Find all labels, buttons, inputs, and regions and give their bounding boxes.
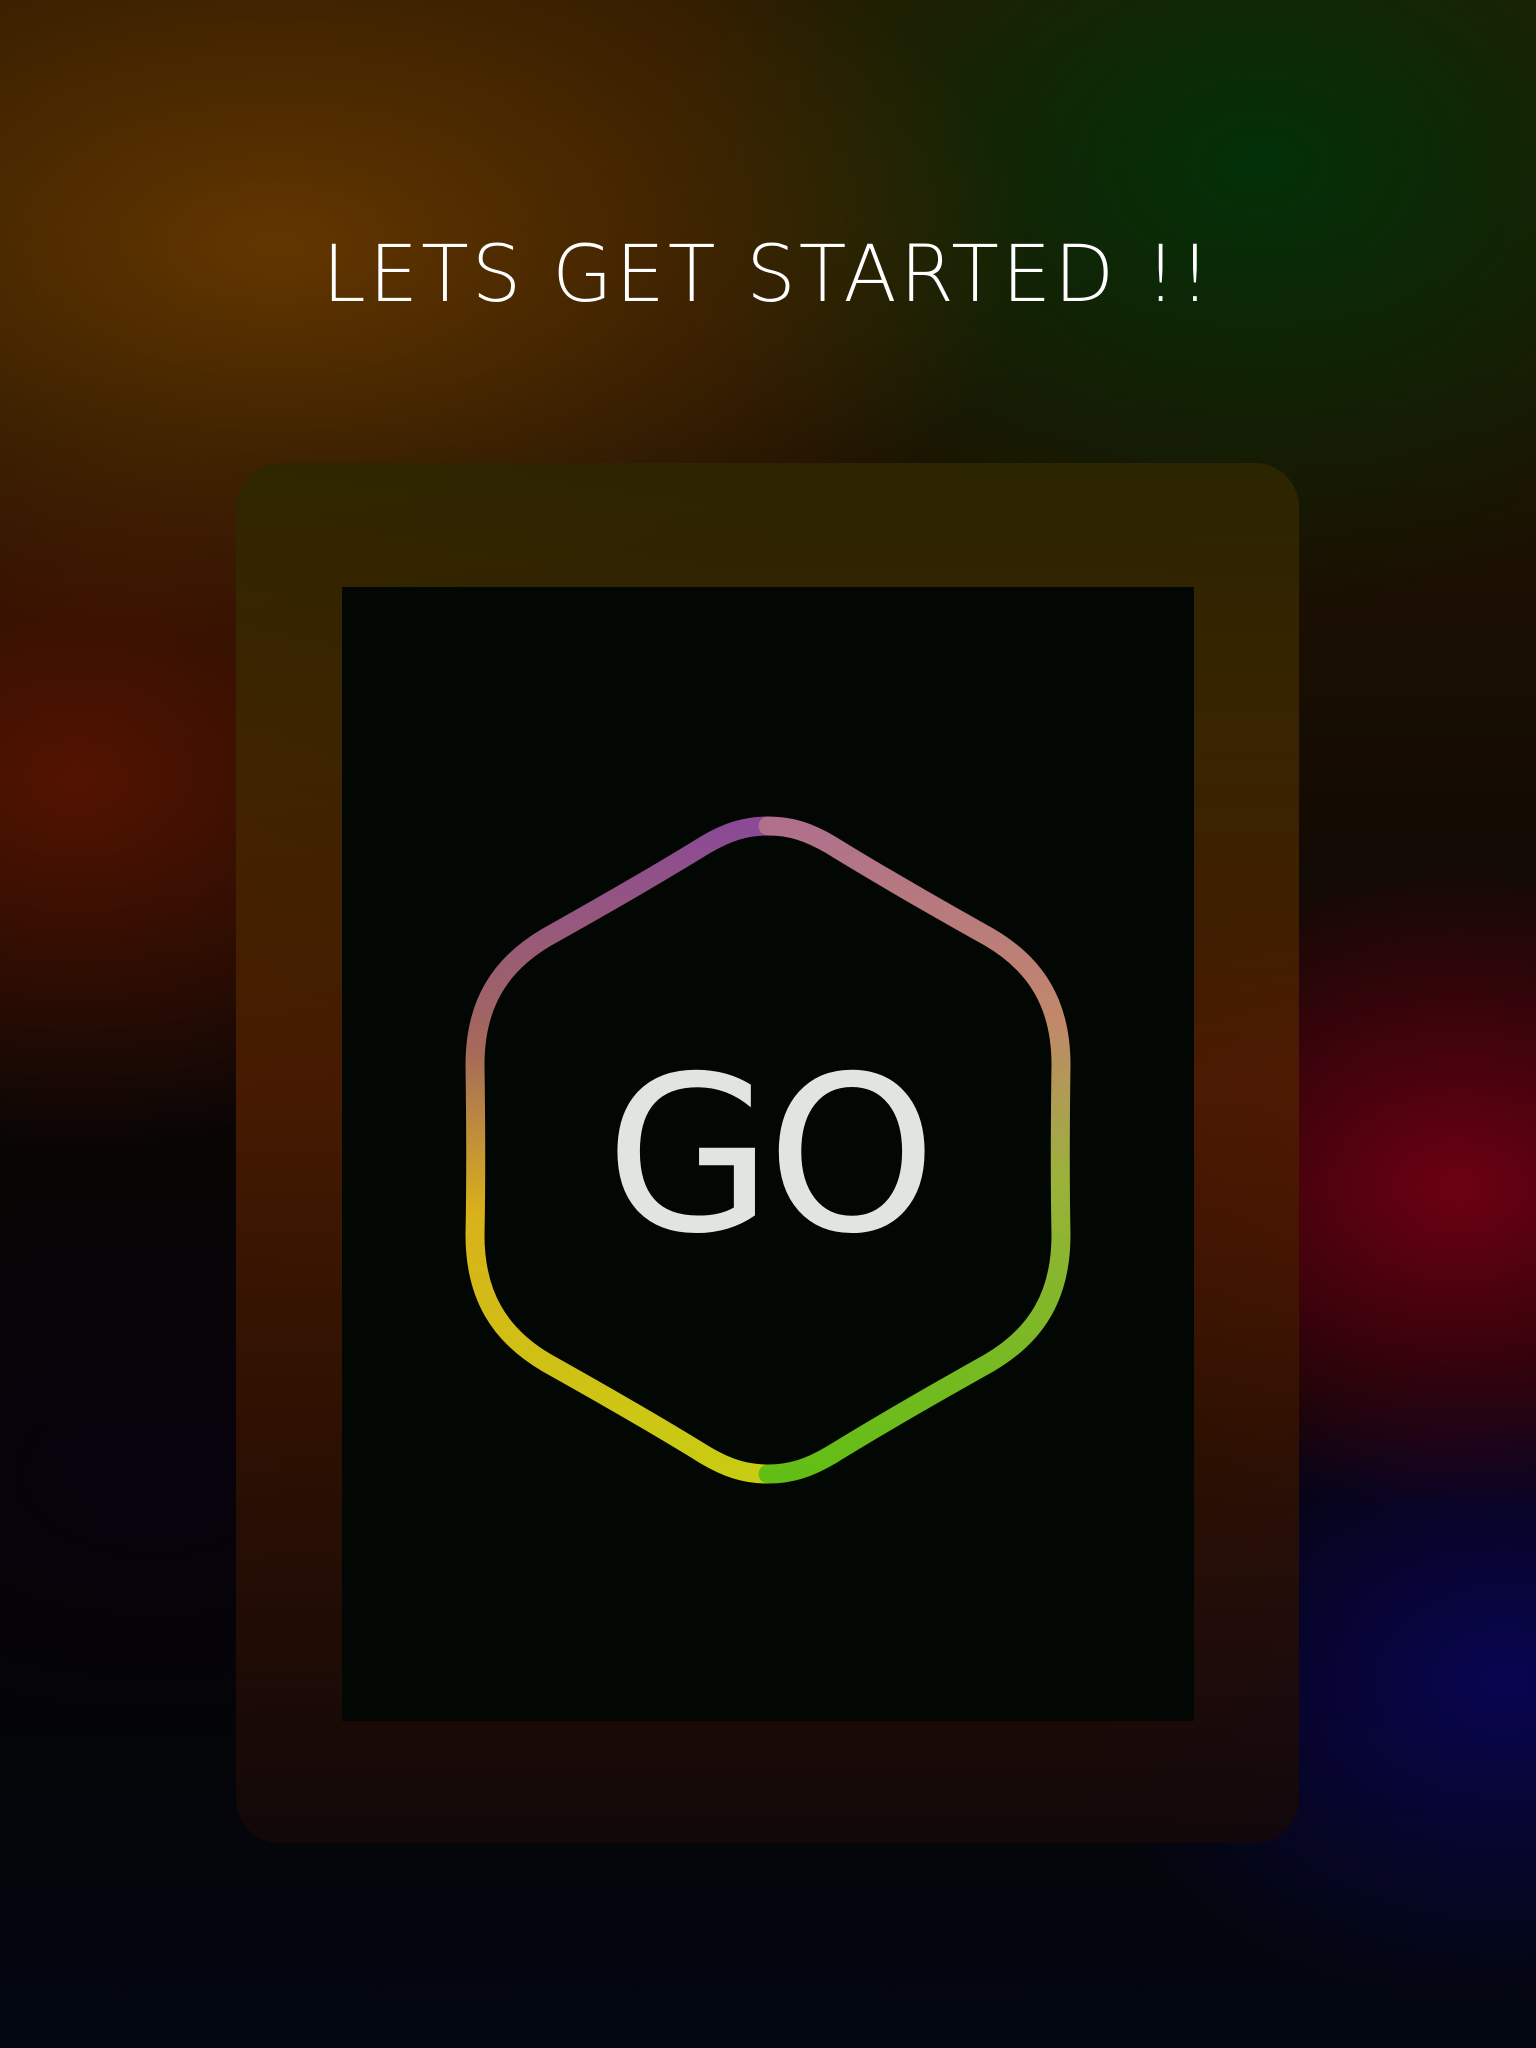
hexagon-icon: GO xyxy=(465,816,1071,1484)
go-button-label: GO xyxy=(605,1030,930,1281)
go-button[interactable]: GO xyxy=(455,805,1081,1495)
page-title: LETS GET STARTED !! xyxy=(322,230,1214,320)
